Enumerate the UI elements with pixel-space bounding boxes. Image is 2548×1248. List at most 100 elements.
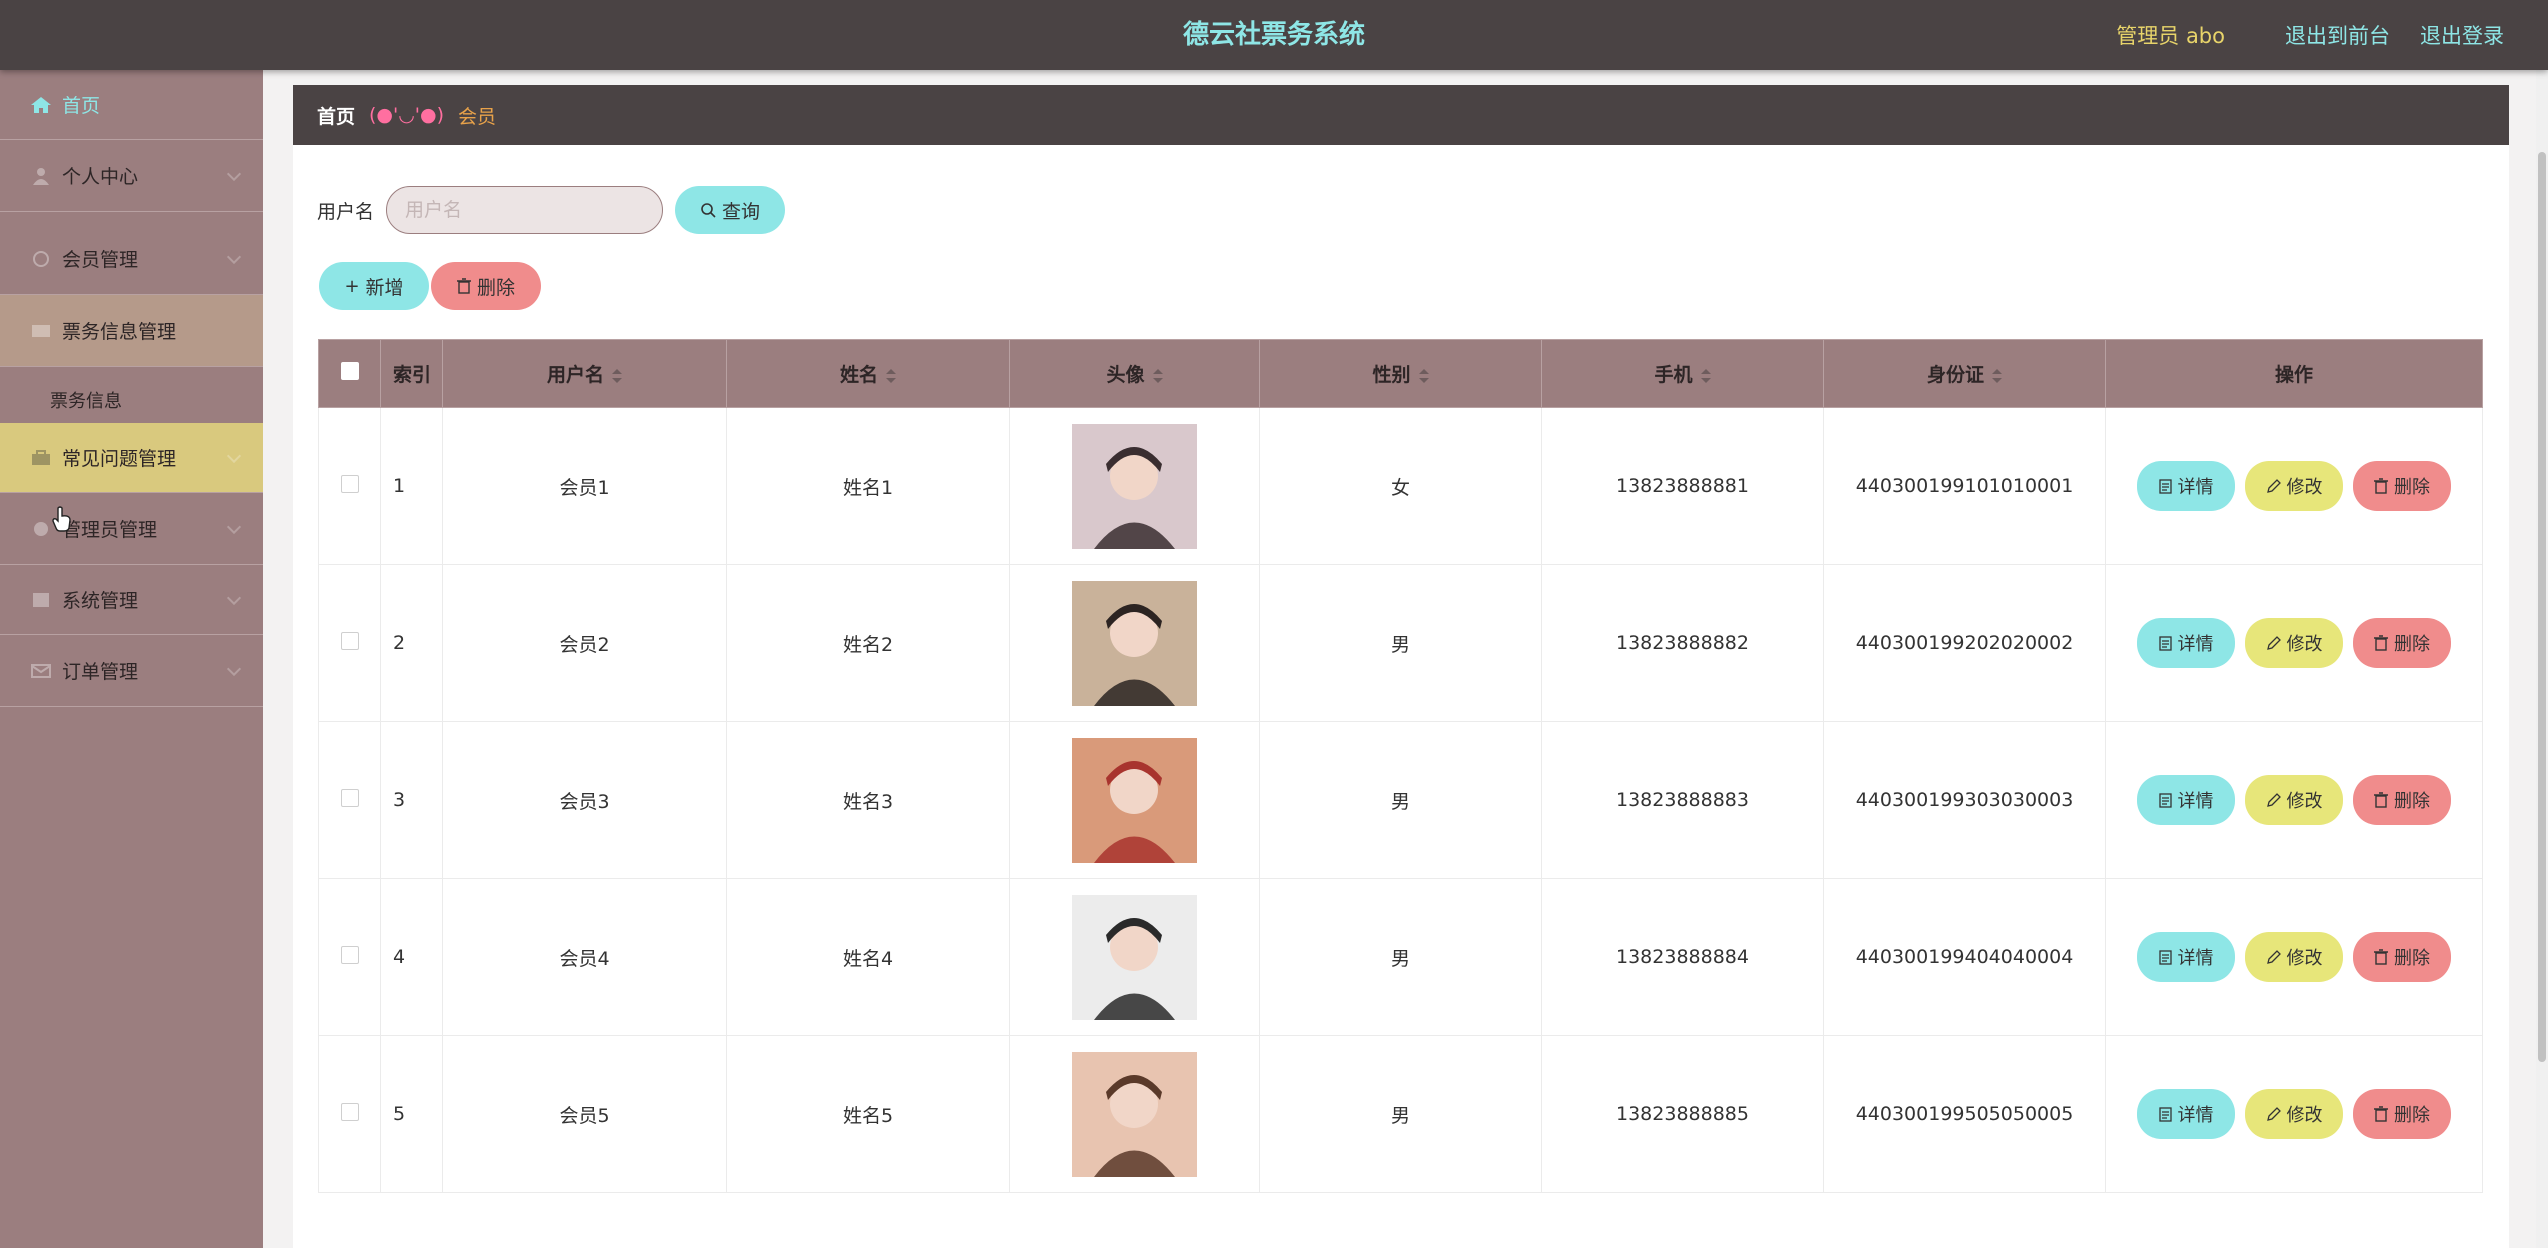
- member-icon: [33, 250, 49, 267]
- delete-button-label: 删除: [2394, 634, 2430, 655]
- row-checkbox[interactable]: [340, 1102, 359, 1121]
- page-scrollbar[interactable]: [2536, 70, 2548, 1248]
- table-row: 2 会员2 姓名2 男 13823888882 4403001992020200…: [318, 564, 2483, 722]
- edit-button-label: 修改: [2286, 1105, 2323, 1126]
- sidebar-item-personal-center[interactable]: 个人中心: [0, 140, 263, 212]
- column-header-label: 手机: [1654, 364, 1693, 386]
- breadcrumb-separator: (●'◡'●): [369, 104, 445, 126]
- delete-button[interactable]: 删除: [2353, 618, 2451, 668]
- row-checkbox[interactable]: [340, 631, 359, 650]
- bulk-delete-button[interactable]: 删除: [431, 262, 541, 310]
- column-header-gender[interactable]: 性别: [1259, 339, 1542, 408]
- cell-phone: 13823888882: [1541, 564, 1824, 722]
- action-buttons: + 新增 删除: [319, 262, 541, 310]
- column-header-label: 身份证: [1926, 364, 1984, 386]
- sidebar-item-order-management[interactable]: 订单管理: [0, 635, 263, 707]
- add-button[interactable]: + 新增: [319, 262, 429, 310]
- cell-name: 姓名1: [726, 407, 1010, 565]
- sidebar-item-admin-management[interactable]: 管理员管理: [0, 493, 263, 565]
- admin-icon: [34, 521, 48, 536]
- delete-button-label: 删除: [2394, 477, 2430, 498]
- search-label: 用户名: [317, 200, 375, 223]
- edit-button-label: 修改: [2286, 634, 2323, 655]
- row-checkbox[interactable]: [340, 788, 359, 807]
- delete-button[interactable]: 删除: [2353, 775, 2451, 825]
- sidebar-item-faq-management[interactable]: 常见问题管理: [0, 423, 263, 493]
- avatar-image[interactable]: [1072, 1051, 1197, 1177]
- edit-button[interactable]: 修改: [2245, 775, 2343, 825]
- row-checkbox[interactable]: [340, 474, 359, 493]
- document-icon: [2158, 1106, 2172, 1122]
- search-button-label: 查询: [722, 200, 761, 223]
- search-button[interactable]: 查询: [675, 186, 786, 234]
- ticket-icon: [32, 324, 50, 337]
- cell-id-card: 440300199303030003: [1823, 721, 2106, 879]
- column-header-username[interactable]: 用户名: [442, 339, 727, 408]
- scrollbar-thumb[interactable]: [2538, 152, 2546, 1062]
- edit-button[interactable]: 修改: [2245, 932, 2343, 982]
- edit-button[interactable]: 修改: [2245, 461, 2343, 511]
- column-header-name[interactable]: 姓名: [726, 339, 1010, 408]
- column-header-phone[interactable]: 手机: [1541, 339, 1824, 408]
- cell-name: 姓名4: [726, 878, 1010, 1036]
- cell-gender: 男: [1259, 564, 1542, 722]
- delete-button[interactable]: 删除: [2353, 1089, 2451, 1139]
- detail-button-label: 详情: [2177, 634, 2214, 655]
- breadcrumb: 首页 (●'◡'●) 会员: [293, 85, 2509, 145]
- sidebar-item-home[interactable]: 首页: [0, 70, 263, 140]
- cell-username: 会员2: [442, 564, 727, 722]
- detail-button-label: 详情: [2177, 477, 2214, 498]
- column-header-id-card[interactable]: 身份证: [1823, 339, 2106, 408]
- sort-icon[interactable]: [1700, 368, 1711, 383]
- delete-button-label: 删除: [2394, 791, 2430, 812]
- delete-button[interactable]: 删除: [2353, 932, 2451, 982]
- avatar-image[interactable]: [1072, 580, 1197, 706]
- detail-button[interactable]: 详情: [2137, 775, 2235, 825]
- search-bar: 用户名 查询: [317, 185, 786, 235]
- detail-button[interactable]: 详情: [2137, 932, 2235, 982]
- detail-button[interactable]: 详情: [2137, 1089, 2235, 1139]
- breadcrumb-current: 会员: [458, 105, 497, 128]
- table-row: 4 会员4 姓名4 男 13823888884 4403001994040400…: [318, 878, 2483, 1036]
- detail-button[interactable]: 详情: [2137, 461, 2235, 511]
- row-actions: 详情 修改 删除: [2106, 932, 2482, 982]
- row-select-cell: [318, 564, 381, 722]
- chevron-down-icon: [226, 249, 242, 264]
- edit-button[interactable]: 修改: [2245, 1089, 2343, 1139]
- sort-icon[interactable]: [1152, 368, 1163, 383]
- sort-icon[interactable]: [1992, 368, 2002, 383]
- detail-button[interactable]: 详情: [2137, 618, 2235, 668]
- trash-icon: [2374, 949, 2388, 965]
- cell-actions: 详情 修改 删除: [2105, 564, 2483, 722]
- avatar-image[interactable]: [1072, 737, 1197, 863]
- exit-to-frontend-link[interactable]: 退出到前台: [2285, 20, 2390, 50]
- sidebar-item-system-management[interactable]: 系统管理: [0, 565, 263, 635]
- column-header-index: 索引: [380, 339, 443, 408]
- edit-button[interactable]: 修改: [2245, 618, 2343, 668]
- sort-icon[interactable]: [612, 368, 622, 383]
- cell-avatar: [1009, 407, 1260, 565]
- column-header-avatar[interactable]: 头像: [1009, 339, 1260, 408]
- faq-icon: [32, 449, 50, 465]
- trash-icon: [2374, 1106, 2388, 1122]
- sort-icon[interactable]: [1418, 368, 1429, 383]
- delete-button[interactable]: 删除: [2353, 461, 2451, 511]
- chevron-down-icon: [226, 590, 242, 605]
- sidebar-item-ticket-management[interactable]: 票务信息管理: [0, 295, 263, 367]
- logout-link[interactable]: 退出登录: [2420, 20, 2504, 50]
- sort-icon[interactable]: [886, 368, 896, 383]
- username-search-input[interactable]: [386, 186, 664, 234]
- chevron-down-icon: [226, 519, 242, 534]
- avatar-image[interactable]: [1072, 894, 1197, 1020]
- select-all-cell: [318, 339, 381, 408]
- cell-index: 4: [380, 878, 443, 1036]
- avatar-image[interactable]: [1072, 423, 1197, 549]
- breadcrumb-home[interactable]: 首页: [317, 102, 355, 129]
- row-select-cell: [318, 407, 381, 565]
- row-checkbox[interactable]: [340, 945, 359, 964]
- sidebar-item-member-management[interactable]: 会员管理: [0, 223, 263, 295]
- cell-index: 1: [380, 407, 443, 565]
- edit-icon: [2266, 478, 2281, 493]
- select-all-checkbox[interactable]: [340, 362, 359, 380]
- cell-phone: 13823888881: [1541, 407, 1824, 565]
